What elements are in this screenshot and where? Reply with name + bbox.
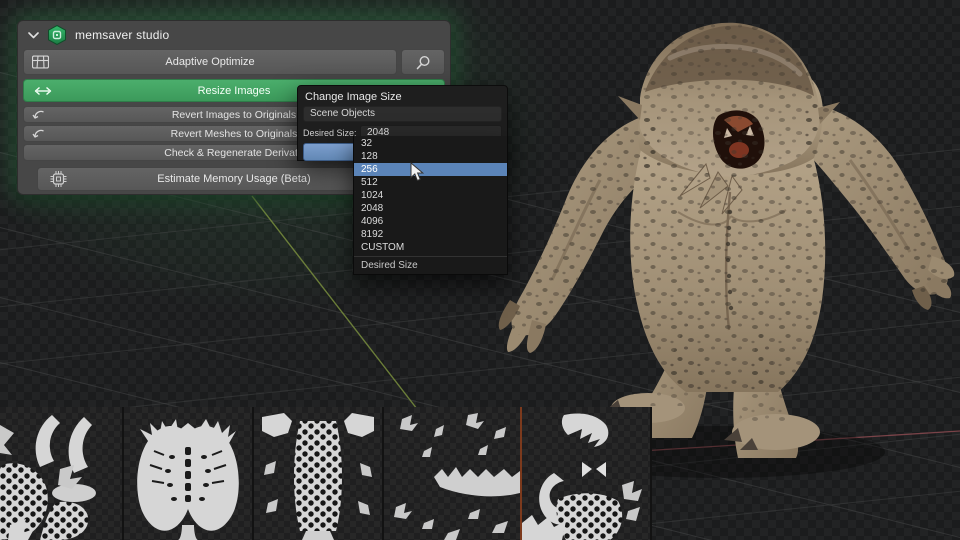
dropdown-option[interactable]: 128 xyxy=(354,150,507,163)
popup-title: Change Image Size xyxy=(305,91,402,103)
check-regenerate-label: Check & Regenerate Derivate xyxy=(164,146,304,159)
desired-size-dropdown-menu: 32 128 256 512 1024 2048 4096 8192 CUSTO… xyxy=(353,136,508,275)
dropdown-option-highlighted[interactable]: 256 xyxy=(354,163,507,176)
dropdown-option[interactable]: 1024 xyxy=(354,189,507,202)
dropdown-option[interactable]: 512 xyxy=(354,176,507,189)
axis-line-over-tiles xyxy=(520,407,522,540)
texture-thumbnail[interactable] xyxy=(522,407,650,540)
chevron-down-icon[interactable] xyxy=(28,31,39,39)
undo-icon xyxy=(32,110,44,119)
adaptive-optimize-button[interactable]: Adaptive Optimize xyxy=(23,49,397,75)
revert-meshes-label: Revert Meshes to Originals xyxy=(170,127,298,140)
memsaver-logo-icon xyxy=(48,25,66,45)
dropdown-option[interactable]: 2048 xyxy=(354,202,507,215)
grid-icon xyxy=(32,55,49,69)
estimate-memory-label: Estimate Memory Usage (Beta) xyxy=(157,173,311,185)
texture-thumbnail[interactable] xyxy=(0,407,122,540)
desired-size-label: Desired Size: xyxy=(303,127,357,138)
arrow-left-right-icon xyxy=(34,86,52,95)
texture-thumbnail-strip xyxy=(0,407,652,540)
dropdown-option[interactable]: 8192 xyxy=(354,228,507,241)
dropdown-separator xyxy=(354,256,507,257)
dropdown-option[interactable]: 4096 xyxy=(354,215,507,228)
adaptive-optimize-label: Adaptive Optimize xyxy=(165,56,255,68)
texture-thumbnail[interactable] xyxy=(124,407,252,540)
dropdown-option[interactable]: 32 xyxy=(354,137,507,150)
dropdown-footer-label: Desired Size xyxy=(361,260,418,271)
undo-icon xyxy=(32,129,44,138)
scene-objects-field[interactable]: Scene Objects xyxy=(303,106,502,122)
panel-header[interactable]: memsaver studio xyxy=(18,21,450,49)
texture-thumbnail[interactable] xyxy=(254,407,382,540)
app-window: memsaver studio Adaptive Optimize Resize… xyxy=(0,0,960,540)
search-button[interactable] xyxy=(401,49,445,75)
search-icon xyxy=(416,55,430,69)
panel-title: memsaver studio xyxy=(75,28,170,42)
texture-thumbnail[interactable] xyxy=(384,407,520,540)
chip-icon xyxy=(50,171,67,187)
revert-images-label: Revert Images to Originals xyxy=(171,108,297,121)
dropdown-option[interactable]: CUSTOM xyxy=(354,241,507,254)
mouse-cursor-icon xyxy=(410,162,424,182)
resize-images-label: Resize Images xyxy=(197,84,271,97)
